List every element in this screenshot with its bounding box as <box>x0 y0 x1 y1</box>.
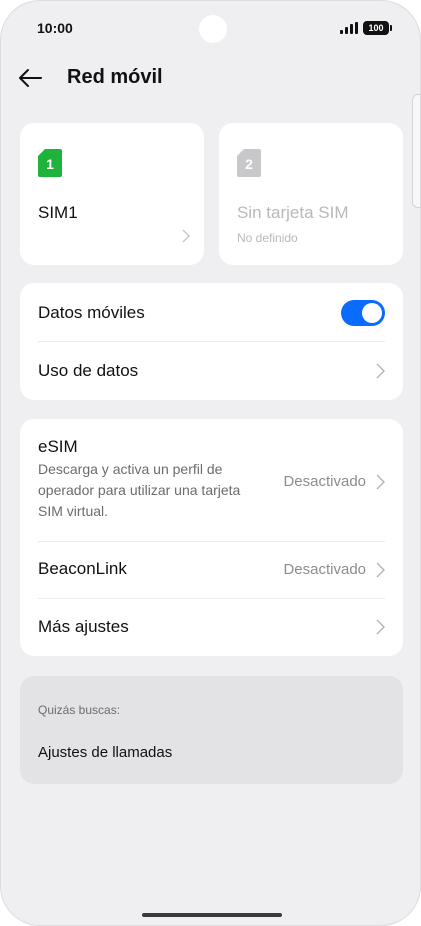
esim-status: Desactivado <box>283 473 366 490</box>
suggestions-card: Quizás buscas: Ajustes de llamadas <box>20 676 403 784</box>
status-time: 10:00 <box>37 20 73 36</box>
sim2-badge-icon: 2 <box>237 149 261 177</box>
sim2-status: No definido <box>237 231 298 245</box>
front-camera <box>199 15 227 43</box>
network-options-card: eSIM Descarga y activa un perfil de oper… <box>20 419 403 656</box>
sim1-name: SIM1 <box>38 203 78 222</box>
sim1-badge-number: 1 <box>46 156 54 172</box>
chevron-right-icon <box>376 474 385 490</box>
data-usage-row[interactable]: Uso de datos <box>38 342 385 400</box>
beaconlink-row[interactable]: BeaconLink Desactivado <box>38 542 385 598</box>
data-usage-label: Uso de datos <box>38 361 139 380</box>
page-title: Red móvil <box>67 66 163 88</box>
chevron-right-icon <box>376 562 385 578</box>
mobile-data-label: Datos móviles <box>38 303 145 322</box>
esim-description: Descarga y activa un perfil de operador … <box>38 461 241 519</box>
phone-screen: 10:00 100 Red móvil 1 SIM1 2 Sin tarjeta… <box>0 0 421 926</box>
chevron-right-icon <box>376 619 385 635</box>
home-indicator[interactable] <box>142 913 282 917</box>
mobile-data-card: Datos móviles Uso de datos <box>20 283 403 400</box>
sim1-card[interactable]: 1 SIM1 <box>20 123 204 265</box>
status-bar: 10:00 100 <box>1 1 420 57</box>
toggle-knob <box>362 303 382 323</box>
back-arrow-icon <box>19 69 42 87</box>
esim-row[interactable]: eSIM Descarga y activa un perfil de oper… <box>38 419 385 541</box>
chevron-right-icon <box>182 229 190 243</box>
mobile-data-row[interactable]: Datos móviles <box>38 283 385 341</box>
sim1-badge-icon: 1 <box>38 149 62 177</box>
beaconlink-status: Desactivado <box>283 561 366 578</box>
sim2-card[interactable]: 2 Sin tarjeta SIM No definido <box>219 123 403 265</box>
more-settings-row[interactable]: Más ajustes <box>38 599 385 656</box>
esim-label: eSIM <box>38 437 78 456</box>
sim2-name: Sin tarjeta SIM <box>237 203 349 222</box>
sim2-badge-number: 2 <box>245 156 253 172</box>
suggestion-call-settings[interactable]: Ajustes de llamadas <box>38 744 172 761</box>
chevron-right-icon <box>376 363 385 379</box>
back-button[interactable] <box>15 63 51 95</box>
suggestions-title: Quizás buscas: <box>38 703 121 717</box>
beaconlink-label: BeaconLink <box>38 559 127 578</box>
more-settings-label: Más ajustes <box>38 617 129 636</box>
header: Red móvil <box>1 57 420 101</box>
scroll-indicator[interactable] <box>412 94 420 208</box>
signal-strength-icon <box>340 22 358 34</box>
battery-icon: 100 <box>363 21 392 35</box>
mobile-data-toggle[interactable] <box>341 300 385 326</box>
